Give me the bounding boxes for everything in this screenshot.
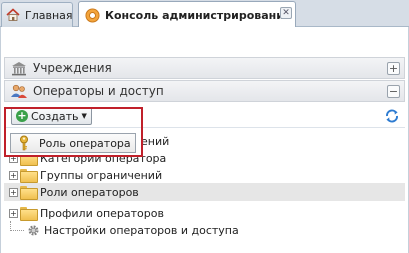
folder-icon bbox=[20, 207, 38, 221]
building-icon bbox=[10, 60, 28, 76]
expand-icon[interactable]: + bbox=[9, 170, 18, 180]
menu-item-label: Роль оператора bbox=[39, 136, 131, 150]
tab-home[interactable]: Главная bbox=[1, 2, 73, 27]
refresh-icon[interactable] bbox=[384, 108, 400, 124]
tab-bar: Главная Консоль администрирования ✕ bbox=[0, 0, 409, 28]
settings-icon bbox=[84, 7, 100, 23]
section-institutions[interactable]: Учреждения + bbox=[4, 57, 405, 79]
folder-icon bbox=[20, 186, 38, 200]
chevron-down-icon: ▼ bbox=[81, 112, 87, 120]
create-button-label: Создать bbox=[31, 109, 79, 123]
section-operators-access-label: Операторы и доступ bbox=[33, 84, 164, 98]
tree-item[interactable]: + Профили операторов bbox=[4, 204, 405, 222]
key-icon bbox=[17, 135, 31, 151]
tree-item[interactable]: Настройки операторов и доступа bbox=[4, 221, 405, 239]
section-operators-access[interactable]: Операторы и доступ − bbox=[4, 80, 405, 102]
tab-home-label: Главная bbox=[25, 8, 73, 22]
expand-icon[interactable]: + bbox=[387, 62, 400, 75]
create-menu-item-operator-role[interactable]: Роль оператора bbox=[10, 133, 136, 153]
tree-item-label: Группы ограничений bbox=[40, 168, 163, 182]
users-icon bbox=[10, 83, 28, 99]
expand-icon[interactable]: + bbox=[9, 187, 18, 197]
home-icon bbox=[6, 7, 20, 23]
close-icon[interactable]: ✕ bbox=[280, 7, 292, 19]
tab-admin-label: Консоль администрирования bbox=[105, 8, 292, 22]
tab-admin-console[interactable]: Консоль администрирования ✕ bbox=[78, 1, 296, 28]
tree-item[interactable]: + Группы ограничений bbox=[4, 166, 405, 184]
gear-icon bbox=[26, 223, 40, 237]
toolbar: + Создать ▼ bbox=[4, 104, 405, 128]
tree-item-label: Настройки операторов и доступа bbox=[44, 223, 239, 237]
folder-icon bbox=[20, 169, 38, 183]
collapse-icon[interactable]: − bbox=[387, 85, 400, 98]
tree-item-label: Профили операторов bbox=[40, 206, 164, 220]
create-button[interactable]: + Создать ▼ bbox=[11, 107, 92, 125]
expand-icon[interactable]: + bbox=[9, 208, 18, 218]
tree-item-selected[interactable]: + Роли операторов bbox=[4, 183, 405, 201]
plus-icon: + bbox=[16, 109, 28, 122]
tree-connector bbox=[10, 221, 24, 231]
tree-item-label: Роли операторов bbox=[40, 185, 139, 199]
section-institutions-label: Учреждения bbox=[33, 61, 112, 75]
